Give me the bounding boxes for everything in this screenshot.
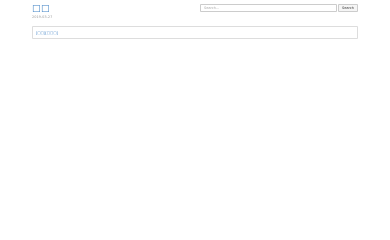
search-input[interactable] [200, 4, 337, 12]
search-form [200, 4, 358, 12]
search-button[interactable]: Search [338, 4, 358, 12]
site-title[interactable]: □□ [32, 4, 50, 14]
post-date: 2019-03-27 [32, 15, 53, 19]
content-panel: [□□][□□□] [32, 26, 358, 39]
content-links[interactable]: [□□][□□□] [36, 31, 58, 35]
